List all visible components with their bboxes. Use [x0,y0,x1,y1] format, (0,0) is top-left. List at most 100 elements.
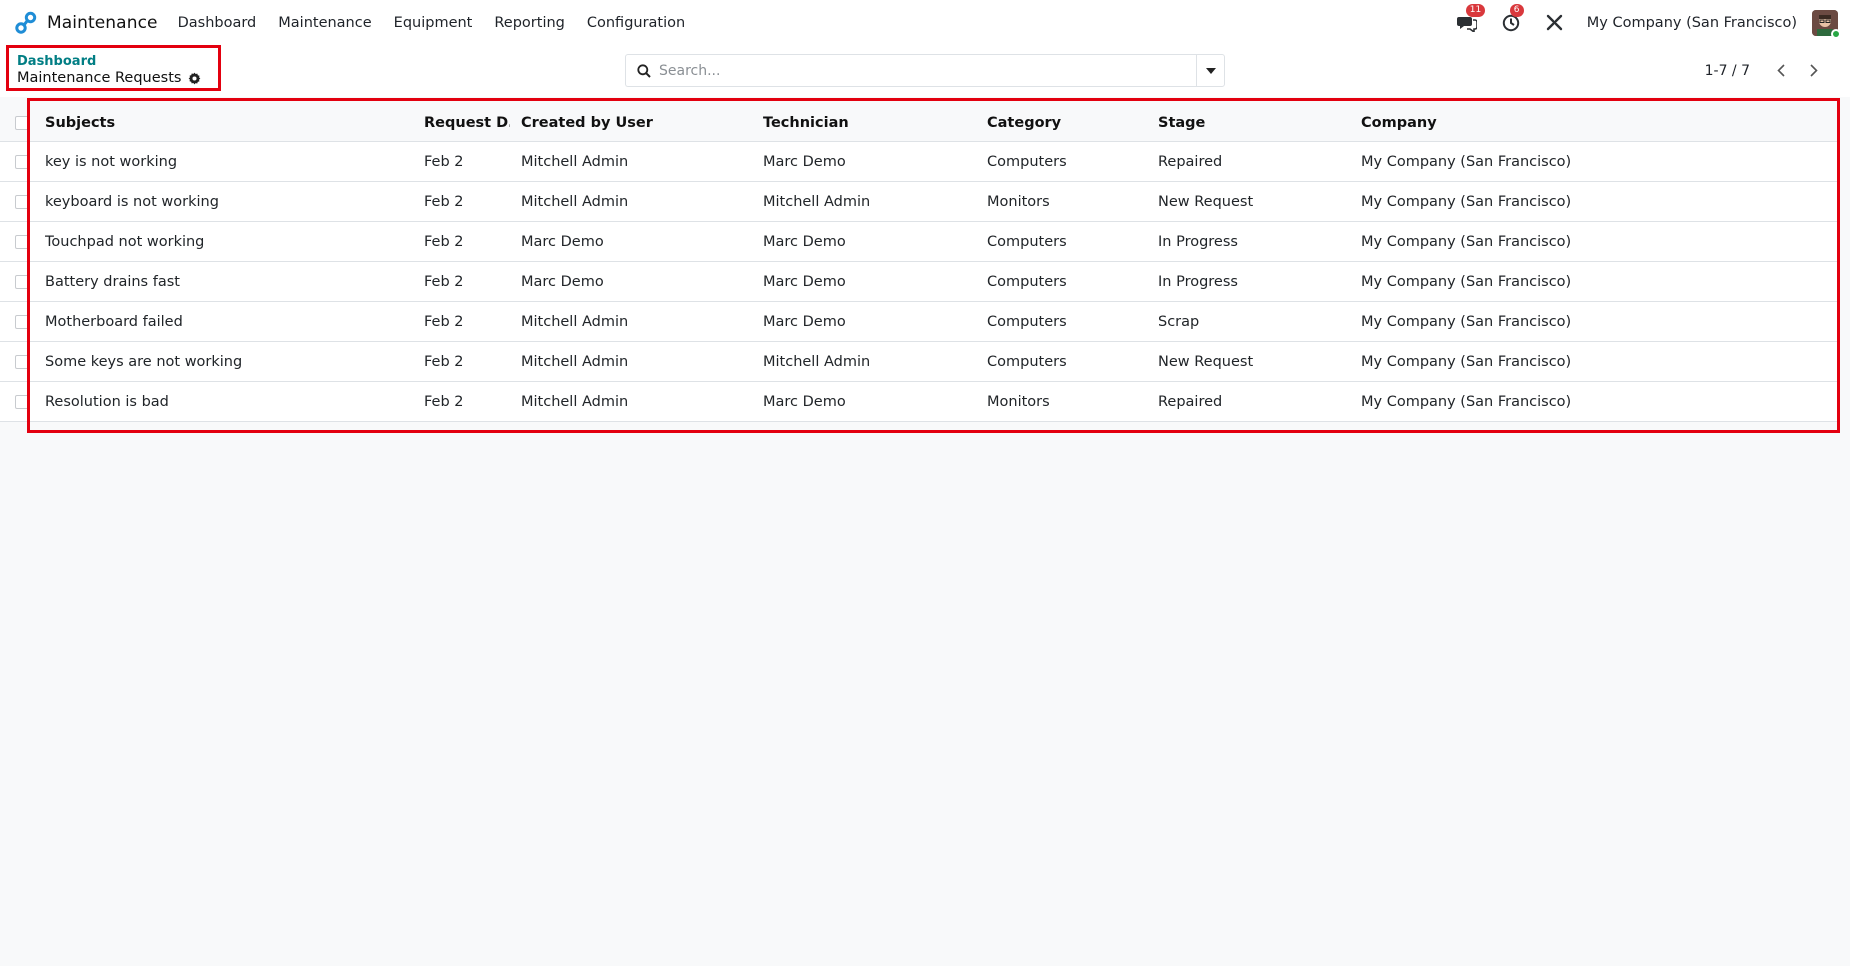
cell-subject: key is not working [45,153,178,170]
table-row[interactable]: Resolution is bad Feb 2 Mitchell Admin M… [0,382,1840,422]
column-header-request-date[interactable]: Request D... [424,104,510,141]
cell-category: Monitors [987,393,1050,410]
company-switcher[interactable]: My Company (San Francisco) [1587,15,1797,31]
app-name[interactable]: Maintenance [47,13,158,33]
cell-request-date: Feb 2 [424,393,464,410]
search-icon [637,63,651,78]
cell-technician: Marc Demo [763,393,846,410]
cell-subject: keyboard is not working [45,193,219,210]
cell-category: Computers [987,353,1067,370]
table-row[interactable]: Motherboard failed Feb 2 Mitchell Admin … [0,302,1840,342]
table-row[interactable]: key is not working Feb 2 Mitchell Admin … [0,142,1840,182]
search-box [625,54,1196,87]
page-title-text: Maintenance Requests [17,70,182,86]
row-checkbox[interactable] [15,154,29,169]
cell-company: My Company (San Francisco) [1361,313,1572,330]
select-all-checkbox-cell[interactable] [15,104,29,141]
table-row[interactable]: Touchpad not working Feb 2 Marc Demo Mar… [0,222,1840,262]
wrench-link-icon [15,11,37,34]
table-row[interactable]: keyboard is not working Feb 2 Mitchell A… [0,182,1840,222]
cell-company: My Company (San Francisco) [1361,153,1572,170]
row-checkbox-cell[interactable] [15,262,29,301]
messages-badge: 11 [1465,3,1486,17]
row-checkbox-cell[interactable] [15,382,29,421]
search-input[interactable] [659,62,1159,79]
row-checkbox-cell[interactable] [15,142,29,181]
breadcrumb-dashboard-link[interactable]: Dashboard [17,54,96,69]
cell-subject: Motherboard failed [45,313,183,330]
messages-button[interactable]: 11 [1455,3,1486,35]
pager-previous-button[interactable] [1764,54,1797,87]
menu-equipment[interactable]: Equipment [383,15,484,31]
cell-category: Computers [987,313,1067,330]
app-brand[interactable]: Maintenance [14,11,158,35]
main-navbar: Maintenance Dashboard Maintenance Equipm… [0,0,1850,45]
row-checkbox[interactable] [15,394,29,409]
cell-request-date: Feb 2 [424,193,464,210]
column-header-created-by[interactable]: Created by User [521,104,653,141]
cell-category: Computers [987,233,1067,250]
systray: 11 6 My Company (San Francisco) [1455,0,1850,45]
column-header-subjects[interactable]: Subjects [45,104,115,141]
debug-tools-button[interactable] [1543,11,1567,35]
row-checkbox-cell[interactable] [15,182,29,221]
cell-created-by: Mitchell Admin [521,393,629,410]
tools-icon [1547,14,1563,31]
column-header-category[interactable]: Category [987,104,1061,141]
gear-icon[interactable] [188,72,201,85]
cell-stage: Repaired [1158,393,1223,410]
cell-company: My Company (San Francisco) [1361,273,1572,290]
select-all-checkbox[interactable] [15,115,29,130]
cell-created-by: Marc Demo [521,273,604,290]
online-status-dot [1831,28,1841,39]
menu-configuration[interactable]: Configuration [576,15,696,31]
table-row[interactable]: Battery drains fast Feb 2 Marc Demo Marc… [0,262,1840,302]
cell-company: My Company (San Francisco) [1361,393,1572,410]
cell-created-by: Mitchell Admin [521,353,629,370]
table-header: Subjects Request D... Created by User Te… [0,104,1840,142]
cell-technician: Marc Demo [763,313,846,330]
cell-created-by: Mitchell Admin [521,193,629,210]
cell-stage: Repaired [1158,153,1223,170]
row-checkbox[interactable] [15,314,29,329]
table-row[interactable]: Some keys are not working Feb 2 Mitchell… [0,342,1840,382]
menu-dashboard[interactable]: Dashboard [167,15,268,31]
cell-stage: Scrap [1158,313,1200,330]
pager-next-button[interactable] [1797,54,1830,87]
top-menu: Dashboard Maintenance Equipment Reportin… [167,15,697,31]
cell-request-date: Feb 2 [424,313,464,330]
row-checkbox[interactable] [15,274,29,289]
page-title: Maintenance Requests [17,70,201,86]
row-checkbox-cell[interactable] [15,302,29,341]
row-checkbox-cell[interactable] [15,222,29,261]
cell-stage: New Request [1158,353,1254,370]
cell-technician: Marc Demo [763,233,846,250]
control-panel: Dashboard Maintenance Requests Search...… [0,45,1850,97]
search-options-toggle[interactable] [1196,54,1225,87]
row-checkbox[interactable] [15,234,29,249]
cell-stage: In Progress [1158,273,1238,290]
user-avatar[interactable] [1812,9,1841,39]
column-header-stage[interactable]: Stage [1158,104,1205,141]
search-bar [625,54,1225,87]
cell-company: My Company (San Francisco) [1361,353,1572,370]
activities-button[interactable]: 6 [1499,3,1524,35]
column-header-technician[interactable]: Technician [763,104,849,141]
cell-request-date: Feb 2 [424,153,464,170]
cell-technician: Mitchell Admin [763,193,871,210]
pager-value[interactable]: 1-7 / 7 [1705,63,1750,79]
pager: 1-7 / 7 [1705,54,1830,87]
cell-company: My Company (San Francisco) [1361,193,1572,210]
cell-subject: Some keys are not working [45,353,243,370]
cell-subject: Touchpad not working [45,233,205,250]
menu-maintenance[interactable]: Maintenance [267,15,382,31]
cell-subject: Battery drains fast [45,273,180,290]
activities-badge: 6 [1509,3,1524,17]
cell-subject: Resolution is bad [45,393,169,410]
row-checkbox-cell[interactable] [15,342,29,381]
row-checkbox[interactable] [15,354,29,369]
cell-request-date: Feb 2 [424,353,464,370]
row-checkbox[interactable] [15,194,29,209]
column-header-company[interactable]: Company [1361,104,1437,141]
menu-reporting[interactable]: Reporting [483,15,576,31]
